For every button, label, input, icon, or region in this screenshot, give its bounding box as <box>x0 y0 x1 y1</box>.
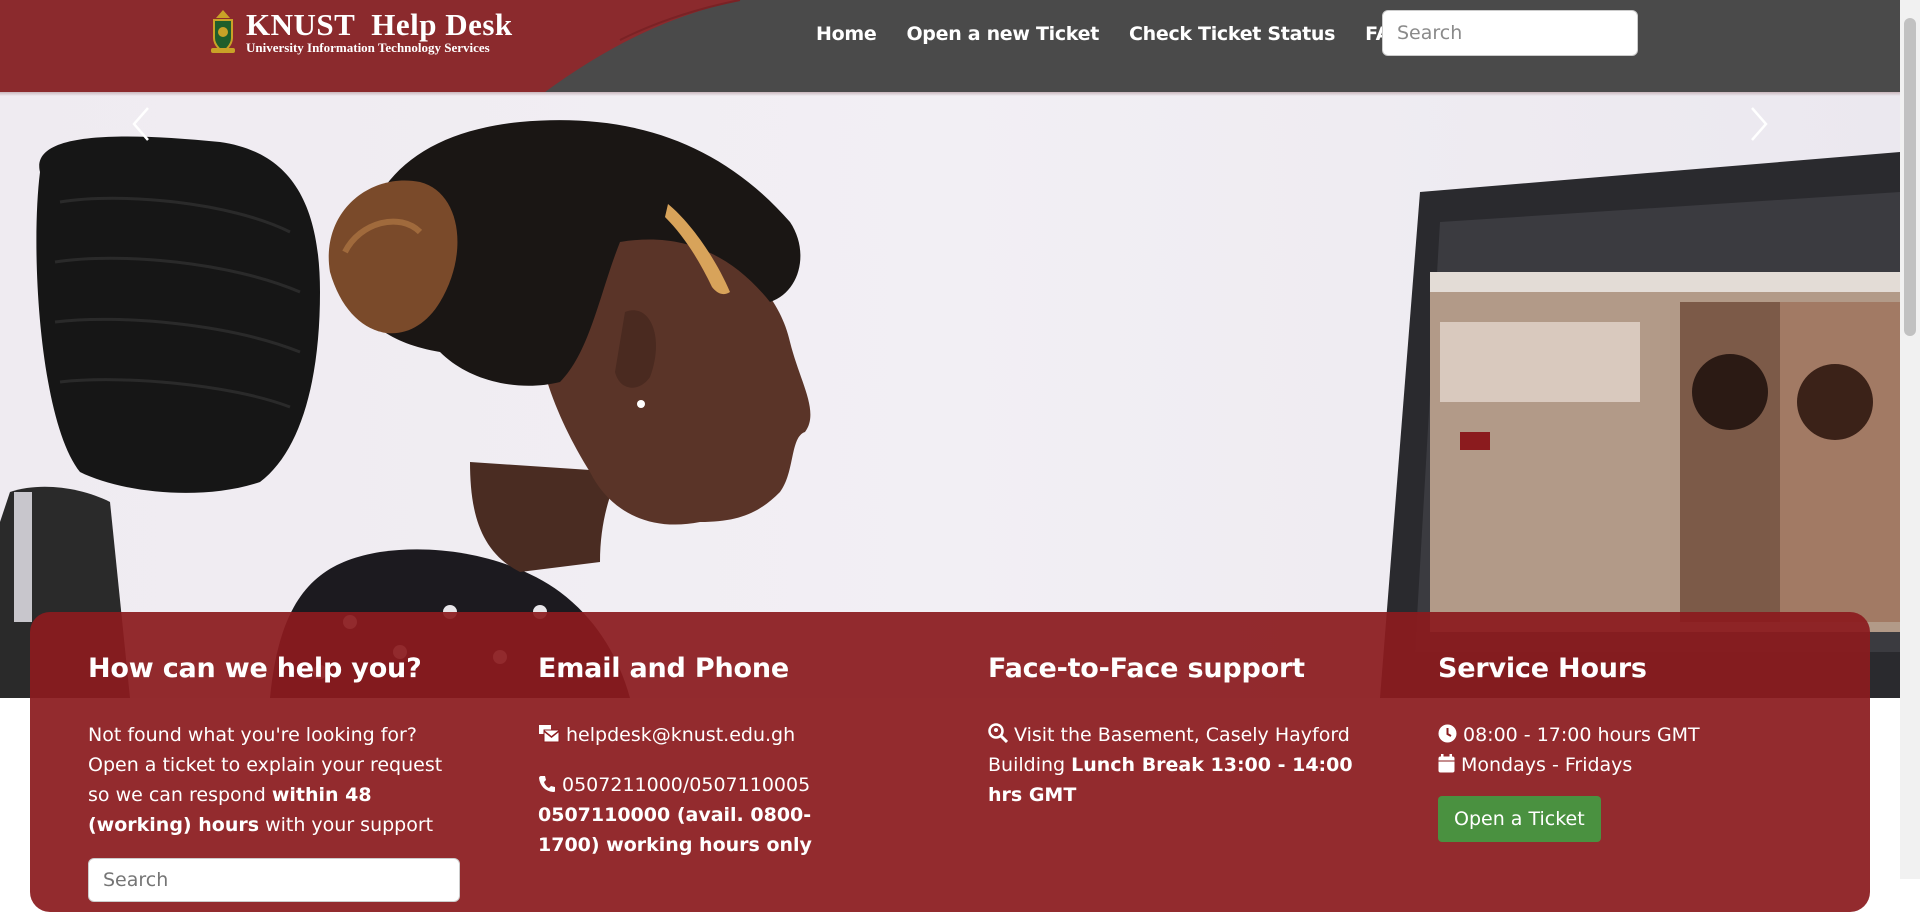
service-hours-time: 08:00 - 17:00 hours GMT <box>1438 720 1838 750</box>
clock-icon <box>1438 724 1457 743</box>
service-days-value: Mondays - Fridays <box>1461 754 1633 776</box>
service-hours-value: 08:00 - 17:00 hours GMT <box>1463 724 1700 746</box>
search-location-icon <box>988 723 1008 743</box>
contact-phone[interactable]: 0507211000/0507110005 <box>562 774 810 796</box>
help-search-input[interactable] <box>88 858 460 902</box>
page-scrollbar[interactable] <box>1900 0 1920 879</box>
site-logo[interactable]: KNUST Help Desk University Information T… <box>208 8 513 56</box>
help-text-part: Not found what you're looking for? Open … <box>88 724 443 806</box>
carousel-prev-button[interactable] <box>122 92 162 152</box>
carousel-next-button[interactable] <box>1738 92 1778 152</box>
contact-email[interactable]: helpdesk@knust.edu.gh <box>566 724 795 746</box>
hero-image <box>0 120 1900 698</box>
brand-subtitle: University Information Technology Servic… <box>246 40 490 55</box>
site-header: KNUST Help Desk University Information T… <box>0 0 1900 92</box>
chevron-left-icon <box>132 107 149 141</box>
face-to-face-column: Face-to-Face support Visit the Basement,… <box>988 652 1388 810</box>
contact-phone-line: 0507211000/0507110005 <box>538 770 858 800</box>
help-column: How can we help you? Not found what you'… <box>88 652 468 840</box>
brand-title: KNUST Help Desk <box>246 7 513 42</box>
mail-bulk-icon <box>539 725 560 743</box>
header-shadow <box>0 92 1900 96</box>
nav-check-ticket-status[interactable]: Check Ticket Status <box>1129 22 1335 46</box>
phone-note-text: 0507110000 (avail. 0800-1700) working ho… <box>538 804 812 856</box>
contact-title: Email and Phone <box>538 653 789 684</box>
phone-icon <box>539 776 555 792</box>
main-nav: Home Open a new Ticket Check Ticket Stat… <box>816 22 1417 46</box>
support-info-panel: How can we help you? Not found what you'… <box>30 612 1870 912</box>
service-hours-column: Service Hours 08:00 - 17:00 hours GMT Mo… <box>1438 652 1838 842</box>
contact-phone-note: 0507110000 (avail. 0800-1700) working ho… <box>538 800 858 860</box>
open-ticket-button[interactable]: Open a Ticket <box>1438 796 1601 842</box>
calendar-icon <box>1438 754 1455 773</box>
contact-column: Email and Phone helpdesk@knust.edu.gh 05… <box>538 652 858 860</box>
service-days: Mondays - Fridays <box>1438 750 1838 780</box>
help-text-part: with your support <box>259 814 434 836</box>
chevron-right-icon <box>1751 107 1768 141</box>
help-text: Not found what you're looking for? Open … <box>88 720 468 840</box>
scrollbar-thumb[interactable] <box>1904 18 1916 336</box>
face-to-face-text: Visit the Basement, Casely Hayford Build… <box>988 720 1388 810</box>
service-hours-title: Service Hours <box>1438 653 1647 684</box>
header-search-input[interactable] <box>1382 10 1638 56</box>
contact-email-line: helpdesk@knust.edu.gh <box>538 720 858 750</box>
nav-open-ticket[interactable]: Open a new Ticket <box>906 22 1099 46</box>
hero-carousel <box>0 92 1900 698</box>
knust-crest-icon <box>211 10 235 54</box>
face-to-face-title: Face-to-Face support <box>988 653 1305 684</box>
nav-home[interactable]: Home <box>816 22 877 46</box>
help-title: How can we help you? <box>88 653 422 684</box>
